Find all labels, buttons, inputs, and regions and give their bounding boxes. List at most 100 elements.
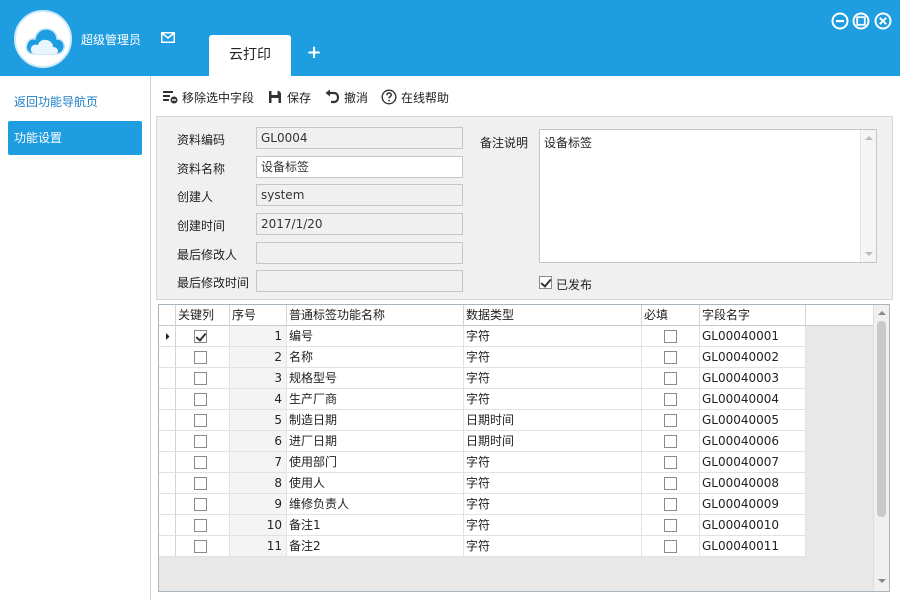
remark-scrollbar[interactable] (860, 130, 876, 262)
table-row[interactable]: 7 使用部门 字符 GL00040007 (159, 452, 875, 473)
row-header[interactable] (159, 494, 176, 515)
col-header-key[interactable]: 关键列 (176, 305, 230, 326)
col-header-field[interactable]: 字段名字 (700, 305, 806, 326)
table-row[interactable]: 3 规格型号 字符 GL00040003 (159, 368, 875, 389)
table-row[interactable]: 1 编号 字符 GL00040001 (159, 326, 875, 347)
table-row[interactable]: 5 制造日期 日期时间 GL00040005 (159, 410, 875, 431)
key-checkbox[interactable] (194, 456, 207, 469)
key-cell[interactable] (176, 389, 230, 410)
name-cell[interactable]: 编号 (287, 326, 464, 347)
name-cell[interactable]: 备注2 (287, 536, 464, 557)
field-cell[interactable]: GL00040005 (700, 410, 806, 431)
required-cell[interactable] (642, 452, 700, 473)
remark-textarea[interactable]: 设备标签 (539, 129, 877, 263)
modifier-field[interactable] (256, 242, 463, 264)
minimize-icon[interactable] (831, 12, 849, 30)
row-header[interactable] (159, 410, 176, 431)
seq-cell[interactable]: 2 (230, 347, 287, 368)
type-cell[interactable]: 字符 (464, 515, 642, 536)
key-checkbox[interactable] (194, 477, 207, 490)
row-header[interactable] (159, 431, 176, 452)
key-checkbox[interactable] (194, 414, 207, 427)
row-header[interactable] (159, 347, 176, 368)
key-cell[interactable] (176, 494, 230, 515)
row-header[interactable] (159, 452, 176, 473)
help-button[interactable]: 在线帮助 (381, 88, 449, 106)
required-checkbox[interactable] (664, 540, 677, 553)
key-cell[interactable] (176, 368, 230, 389)
type-cell[interactable]: 日期时间 (464, 431, 642, 452)
tab-cloud-print[interactable]: 云打印 (209, 35, 291, 76)
scroll-down-arrow-icon[interactable] (878, 579, 886, 583)
required-checkbox[interactable] (664, 519, 677, 532)
seq-cell[interactable]: 4 (230, 389, 287, 410)
published-checkbox[interactable] (539, 276, 552, 289)
sidebar-item-function-settings[interactable]: 功能设置 (8, 121, 142, 155)
key-checkbox[interactable] (194, 540, 207, 553)
required-cell[interactable] (642, 347, 700, 368)
field-cell[interactable]: GL00040009 (700, 494, 806, 515)
sidebar-item-back-to-nav[interactable]: 返回功能导航页 (14, 93, 98, 110)
required-cell[interactable] (642, 473, 700, 494)
key-checkbox[interactable] (194, 435, 207, 448)
seq-cell[interactable]: 5 (230, 410, 287, 431)
restore-icon[interactable] (852, 12, 870, 30)
type-cell[interactable]: 字符 (464, 494, 642, 515)
key-cell[interactable] (176, 473, 230, 494)
required-checkbox[interactable] (664, 393, 677, 406)
name-cell[interactable]: 备注1 (287, 515, 464, 536)
key-cell[interactable] (176, 536, 230, 557)
type-cell[interactable]: 字符 (464, 452, 642, 473)
table-row[interactable]: 9 维修负责人 字符 GL00040009 (159, 494, 875, 515)
name-cell[interactable]: 规格型号 (287, 368, 464, 389)
field-cell[interactable]: GL00040003 (700, 368, 806, 389)
key-cell[interactable] (176, 431, 230, 452)
required-checkbox[interactable] (664, 498, 677, 511)
seq-cell[interactable]: 6 (230, 431, 287, 452)
col-header-name[interactable]: 普通标签功能名称 (287, 305, 464, 326)
col-header-required[interactable]: 必填 (642, 305, 700, 326)
required-checkbox[interactable] (664, 414, 677, 427)
field-cell[interactable]: GL00040008 (700, 473, 806, 494)
key-checkbox[interactable] (194, 330, 207, 343)
close-icon[interactable] (874, 12, 892, 30)
field-cell[interactable]: GL00040004 (700, 389, 806, 410)
user-name[interactable]: 超级管理员 (81, 31, 141, 48)
required-checkbox[interactable] (664, 477, 677, 490)
scroll-thumb[interactable] (877, 321, 886, 517)
name-field[interactable]: 设备标签 (256, 156, 463, 178)
row-header[interactable] (159, 326, 176, 347)
required-checkbox[interactable] (664, 456, 677, 469)
required-checkbox[interactable] (664, 351, 677, 364)
seq-cell[interactable]: 3 (230, 368, 287, 389)
name-cell[interactable]: 生产厂商 (287, 389, 464, 410)
row-header[interactable] (159, 536, 176, 557)
table-row[interactable]: 2 名称 字符 GL00040002 (159, 347, 875, 368)
required-cell[interactable] (642, 410, 700, 431)
key-checkbox[interactable] (194, 519, 207, 532)
required-checkbox[interactable] (664, 372, 677, 385)
field-cell[interactable]: GL00040010 (700, 515, 806, 536)
add-tab-button[interactable]: + (305, 42, 323, 64)
undo-button[interactable]: 撤消 (324, 88, 368, 106)
required-cell[interactable] (642, 368, 700, 389)
required-cell[interactable] (642, 515, 700, 536)
required-cell[interactable] (642, 431, 700, 452)
required-cell[interactable] (642, 494, 700, 515)
name-cell[interactable]: 使用部门 (287, 452, 464, 473)
type-cell[interactable]: 日期时间 (464, 410, 642, 431)
key-checkbox[interactable] (194, 393, 207, 406)
seq-cell[interactable]: 11 (230, 536, 287, 557)
key-cell[interactable] (176, 452, 230, 473)
key-cell[interactable] (176, 326, 230, 347)
remove-field-button[interactable]: 移除选中字段 (162, 88, 254, 106)
seq-cell[interactable]: 1 (230, 326, 287, 347)
key-cell[interactable] (176, 515, 230, 536)
name-cell[interactable]: 名称 (287, 347, 464, 368)
field-cell[interactable]: GL00040002 (700, 347, 806, 368)
row-header[interactable] (159, 515, 176, 536)
type-cell[interactable]: 字符 (464, 473, 642, 494)
seq-cell[interactable]: 9 (230, 494, 287, 515)
table-row[interactable]: 8 使用人 字符 GL00040008 (159, 473, 875, 494)
name-cell[interactable]: 维修负责人 (287, 494, 464, 515)
